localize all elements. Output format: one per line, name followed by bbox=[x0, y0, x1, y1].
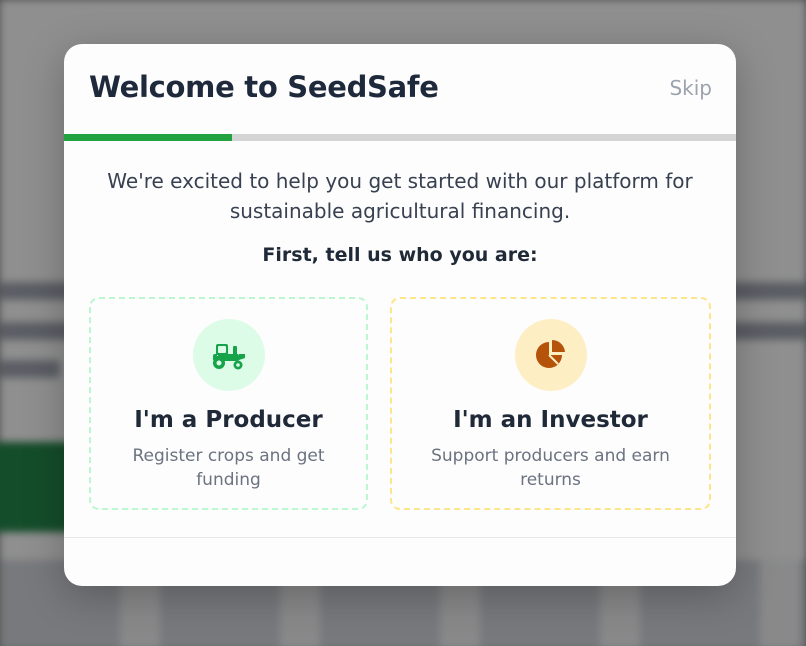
producer-role-title: I'm a Producer bbox=[134, 407, 323, 433]
intro-line: We're excited to help you get started wi… bbox=[107, 169, 693, 193]
onboarding-modal: Welcome to SeedSafe Skip We're excited t… bbox=[64, 44, 736, 586]
intro-line: sustainable agricultural financing. bbox=[229, 199, 571, 223]
producer-role-description: Register crops and get funding bbox=[132, 446, 325, 490]
modal-title: Welcome to SeedSafe bbox=[89, 70, 439, 104]
role-prompt: First, tell us who you are: bbox=[262, 244, 538, 266]
welcome-intro-text: We're excited to help you get started wi… bbox=[64, 166, 736, 226]
investor-role-title: I'm an Investor bbox=[453, 407, 648, 433]
producer-role-card[interactable]: I'm a Producer Register crops and get fu… bbox=[89, 297, 368, 510]
onboarding-progress-fill bbox=[64, 134, 232, 141]
skip-button[interactable]: Skip bbox=[669, 76, 712, 100]
modal-footer-divider bbox=[64, 537, 736, 538]
tractor-icon bbox=[192, 319, 265, 391]
investor-role-description: Support producers and earn returns bbox=[431, 446, 670, 490]
investor-role-card[interactable]: I'm an Investor Support producers and ea… bbox=[390, 297, 711, 510]
app-window: Welcome to SeedSafe Skip We're excited t… bbox=[0, 0, 806, 646]
modal-header: Welcome to SeedSafe Skip bbox=[64, 44, 736, 134]
onboarding-progress-bar bbox=[64, 134, 736, 141]
pie-chart-icon bbox=[514, 319, 587, 391]
